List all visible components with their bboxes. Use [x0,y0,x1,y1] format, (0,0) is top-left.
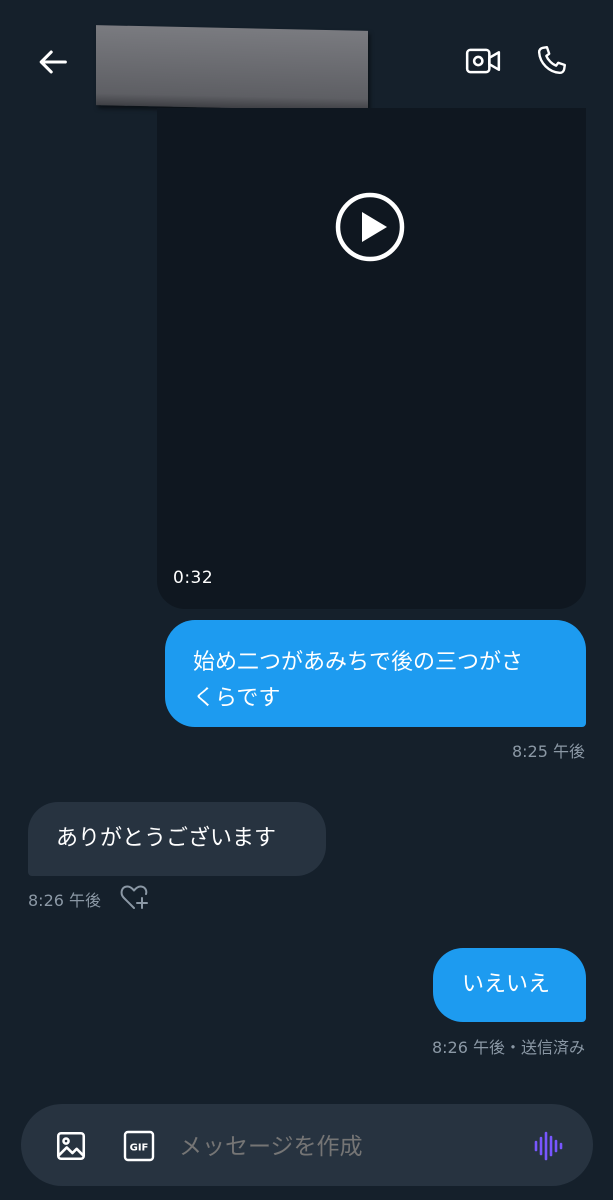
message-input[interactable] [179,1126,509,1166]
message-text: いえいえ [462,972,551,997]
outgoing-message-bubble[interactable]: いえいえ [433,948,586,1022]
video-message[interactable]: 0:32 [157,108,586,609]
redacted-contact-name [96,25,368,111]
message-text-line: くらです [193,686,281,711]
video-camera-icon [465,48,501,74]
message-status: 8:26 午後・送信済み [431,1038,585,1057]
video-call-button[interactable] [460,38,506,84]
image-icon [56,1131,86,1161]
message-timestamp: 8:25 午後 [511,742,585,761]
message-text: ありがとうございます [56,826,277,851]
voice-message-button[interactable] [527,1126,567,1166]
arrow-left-icon [39,50,67,74]
conversation-header [0,0,613,111]
heart-plus-icon[interactable] [118,882,150,912]
play-circle-icon[interactable] [335,192,405,262]
back-button[interactable] [30,38,78,86]
message-text-line: 始め二つがあみちで後の三つがさ [193,650,524,675]
gif-icon: GIF [123,1130,155,1162]
phone-icon [537,46,566,75]
voice-wave-icon [534,1131,563,1161]
message-timestamp: 8:26 午後 [28,891,102,910]
svg-text:GIF: GIF [130,1143,149,1154]
message-composer: GIF [21,1104,593,1186]
phone-call-button[interactable] [528,38,574,84]
outgoing-message-bubble[interactable]: 始め二つがあみちで後の三つがさ くらです [165,620,586,727]
add-image-button[interactable] [51,1126,91,1166]
incoming-message-bubble[interactable]: ありがとうございます [28,802,326,876]
video-duration: 0:32 [173,568,214,588]
add-gif-button[interactable]: GIF [119,1126,159,1166]
